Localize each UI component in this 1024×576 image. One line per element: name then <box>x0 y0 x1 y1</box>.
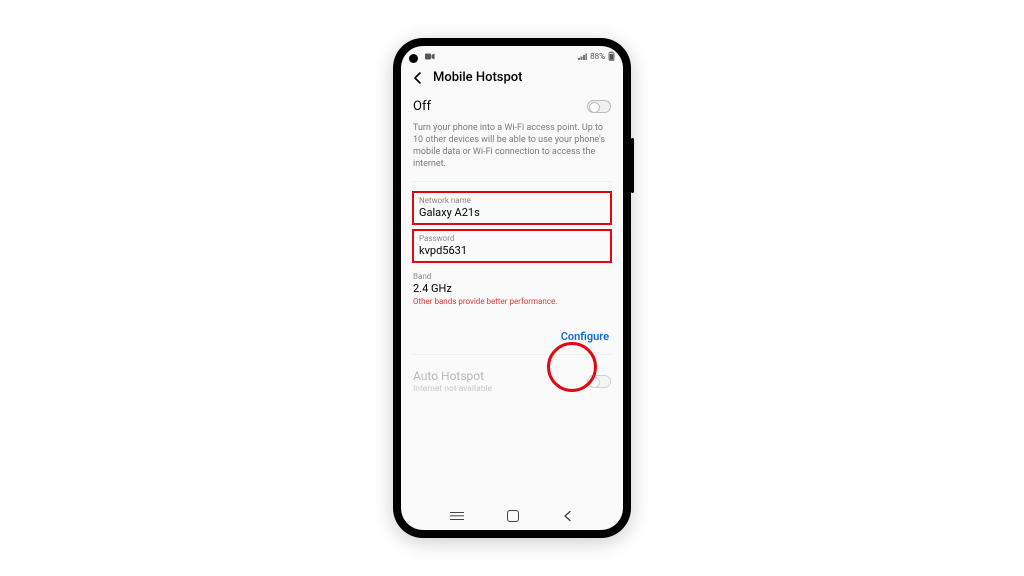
auto-hotspot-toggle-switch <box>587 375 611 388</box>
password-field[interactable]: Password kvpd5631 <box>413 230 611 262</box>
hotspot-toggle-switch[interactable] <box>587 100 611 113</box>
camera-punch-hole <box>409 54 418 63</box>
auto-hotspot-row: Auto Hotspot Internet not available <box>413 367 611 396</box>
auto-hotspot-subtitle: Internet not available <box>413 384 492 394</box>
phone-screen: 88% Mobile Hotspot Off Tur <box>401 46 623 530</box>
network-name-value: Galaxy A21s <box>419 206 605 219</box>
canvas: 88% Mobile Hotspot Off Tur <box>0 0 1024 576</box>
hotspot-description: Turn your phone into a Wi-Fi access poin… <box>413 122 611 182</box>
battery-percentage: 88% <box>590 52 605 61</box>
band-label: Band <box>413 272 611 281</box>
battery-icon <box>608 51 615 61</box>
password-label: Password <box>419 234 605 243</box>
phone-side-button <box>631 138 634 193</box>
band-note: Other bands provide better performance. <box>413 297 611 306</box>
configure-row: Configure <box>413 317 611 355</box>
nav-back-icon[interactable] <box>562 510 574 522</box>
phone-frame: 88% Mobile Hotspot Off Tur <box>393 38 631 538</box>
network-name-label: Network name <box>419 196 605 205</box>
hotspot-master-toggle-row[interactable]: Off <box>413 93 611 122</box>
auto-hotspot-title: Auto Hotspot <box>413 369 492 383</box>
band-value: 2.4 GHz <box>413 282 611 295</box>
hotspot-state-label: Off <box>413 99 431 114</box>
nav-home-icon[interactable] <box>507 510 519 522</box>
nav-recents-icon[interactable] <box>450 512 464 520</box>
band-field[interactable]: Band 2.4 GHz Other bands provide better … <box>413 268 611 311</box>
back-icon[interactable] <box>411 71 425 85</box>
android-nav-bar <box>401 502 623 530</box>
video-indicator-icon <box>425 53 435 60</box>
app-header: Mobile Hotspot <box>401 66 623 93</box>
password-value: kvpd5631 <box>419 244 605 257</box>
signal-icon <box>578 53 587 60</box>
page-title: Mobile Hotspot <box>433 70 523 85</box>
content-area: Off Turn your phone into a Wi-Fi access … <box>401 93 623 502</box>
configure-button[interactable]: Configure <box>561 330 609 343</box>
network-name-field[interactable]: Network name Galaxy A21s <box>413 192 611 224</box>
status-bar: 88% <box>401 46 623 66</box>
